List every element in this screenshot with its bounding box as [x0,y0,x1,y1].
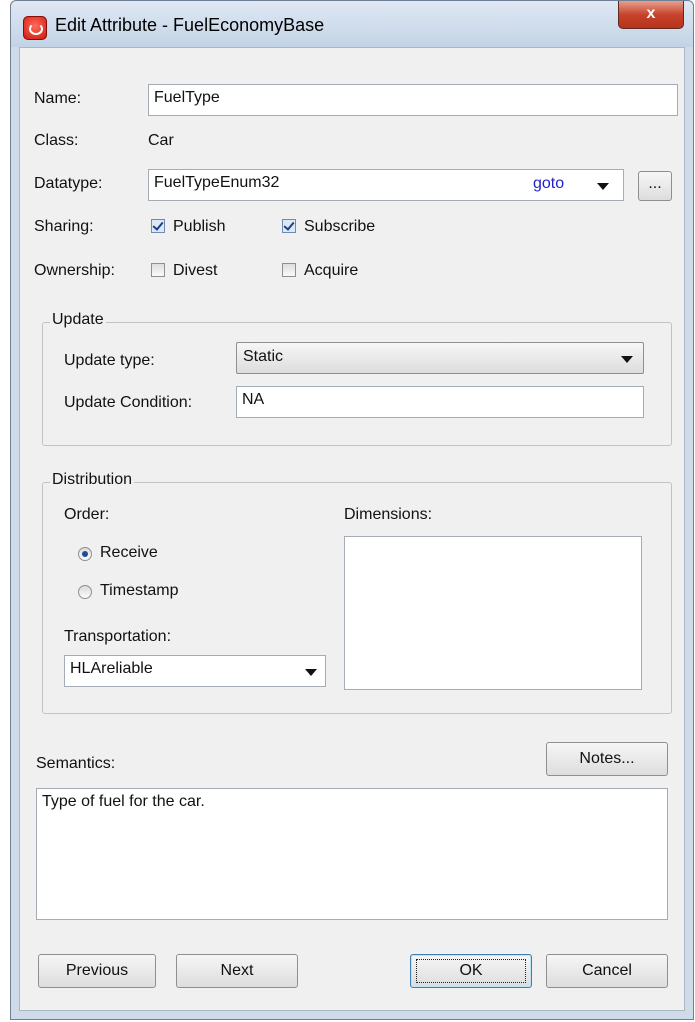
update-type-label: Update type: [64,352,155,369]
datatype-value: FuelTypeEnum32 [154,174,280,191]
goto-link[interactable]: goto [533,175,564,193]
notes-button[interactable]: Notes... [546,742,668,776]
radio-selected-dot [82,551,88,557]
semantics-textarea[interactable]: Type of fuel for the car. [36,788,668,920]
timestamp-radio[interactable] [78,585,92,599]
semantics-text: Type of fuel for the car. [42,793,205,810]
divest-label: Divest [173,262,218,279]
chevron-down-icon [305,669,317,676]
sharing-label: Sharing: [34,218,94,235]
dimensions-list[interactable] [344,536,642,690]
title-bar[interactable]: Edit Attribute - FuelEconomyBase x [11,1,693,47]
transportation-label: Transportation: [64,628,172,645]
app-logo-icon [23,16,47,40]
timestamp-label: Timestamp [100,582,179,599]
ok-button[interactable]: OK [410,954,532,988]
check-icon [152,219,164,231]
update-group-title: Update [50,311,106,329]
next-button[interactable]: Next [176,954,298,988]
close-icon: x [646,5,656,22]
close-button[interactable]: x [618,1,684,29]
receive-label: Receive [100,544,158,561]
update-condition-label: Update Condition: [64,394,193,411]
acquire-checkbox[interactable] [282,263,296,277]
chevron-down-icon[interactable] [597,183,609,190]
dimensions-label: Dimensions: [344,506,433,523]
subscribe-checkbox[interactable] [282,219,296,233]
class-value: Car [148,132,174,149]
semantics-label: Semantics: [36,755,116,772]
focus-ring [416,959,526,983]
edit-attribute-dialog: Edit Attribute - FuelEconomyBase x Name:… [10,0,694,1020]
update-type-dropdown[interactable]: Static [236,342,644,374]
divest-checkbox[interactable] [151,263,165,277]
check-icon [283,219,295,231]
browse-datatype-button[interactable]: ... [638,171,672,201]
cancel-button[interactable]: Cancel [546,954,668,988]
chevron-down-icon [621,356,633,363]
name-field[interactable]: FuelType [148,84,678,116]
ownership-label: Ownership: [34,262,115,279]
dialog-body: Name: FuelType Class: Car Datatype: Fuel… [19,47,685,1011]
subscribe-label: Subscribe [304,218,376,235]
datatype-combobox[interactable]: FuelTypeEnum32 goto [148,169,624,201]
update-condition-value: NA [242,391,265,408]
previous-button[interactable]: Previous [38,954,156,988]
publish-checkbox[interactable] [151,219,165,233]
class-label: Class: [34,132,79,149]
acquire-label: Acquire [304,262,359,279]
transportation-value: HLAreliable [70,660,153,677]
update-type-value: Static [243,348,284,365]
datatype-label: Datatype: [34,175,103,192]
transportation-dropdown[interactable]: HLAreliable [64,655,326,687]
distribution-group-title: Distribution [50,471,135,489]
update-group [42,322,672,446]
order-label: Order: [64,506,110,523]
receive-radio[interactable] [78,547,92,561]
name-value: FuelType [154,89,220,106]
publish-label: Publish [173,218,226,235]
update-condition-field[interactable]: NA [236,386,644,418]
window-title: Edit Attribute - FuelEconomyBase [55,15,325,35]
name-label: Name: [34,90,82,107]
